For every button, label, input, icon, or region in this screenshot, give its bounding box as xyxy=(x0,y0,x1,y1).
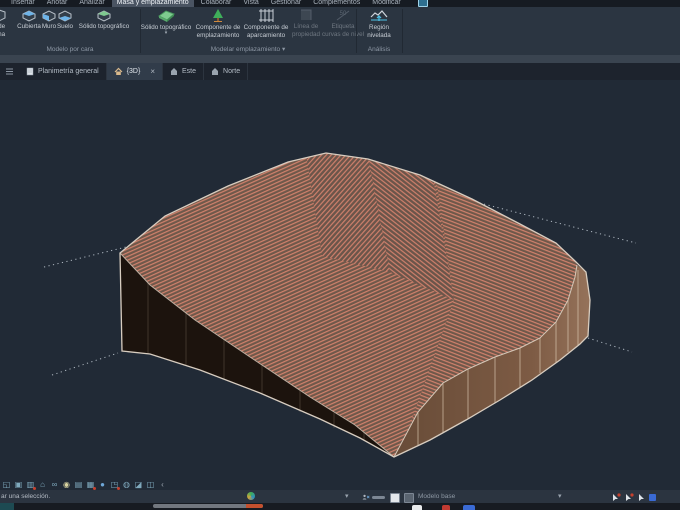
floor-cube-icon xyxy=(58,10,72,22)
muro-button[interactable]: Muro xyxy=(41,8,57,30)
ribbon-tab-anotar[interactable]: Anotar xyxy=(42,0,73,7)
temporary-hide-icon[interactable]: ● xyxy=(98,480,107,490)
filter-icon xyxy=(649,494,656,501)
detail-level-icon[interactable]: ▣ xyxy=(14,480,23,490)
design-options-icon[interactable] xyxy=(404,493,414,503)
curtain-system-button-clipped[interactable]: a de rtina xyxy=(0,8,12,38)
componente-emplazamiento-button[interactable]: Componente de emplazamiento xyxy=(193,8,243,39)
elevation-icon xyxy=(212,68,219,75)
dropdown-caret-icon[interactable]: ▾ xyxy=(165,31,168,36)
wall-cube-icon xyxy=(42,10,56,22)
taskbar-pill-accent xyxy=(246,504,263,508)
selection-toggle-icons[interactable] xyxy=(612,493,656,502)
design-option-caret-icon[interactable]: ▾ xyxy=(558,492,562,500)
show-crop-icon[interactable]: ▦ xyxy=(86,480,96,490)
elevation-icon xyxy=(171,68,177,75)
ribbon-end-separator xyxy=(402,9,403,53)
view-tab-este[interactable]: Este xyxy=(163,63,205,80)
ribbon-tab-vista[interactable]: Vista xyxy=(238,0,263,7)
graded-region-icon xyxy=(370,10,388,21)
cubierta-button[interactable]: Cubierta xyxy=(16,8,42,30)
revit-window: Insertar Anotar Analizar Masa y emplazam… xyxy=(0,0,680,510)
panel-label-analisis: Análisis xyxy=(367,46,391,53)
ribbon-bottom-band xyxy=(0,55,680,63)
region-nivelada-button[interactable]: Región nivelada xyxy=(359,8,399,39)
chevron-down-icon[interactable]: ▾ xyxy=(345,492,349,500)
ribbon-tab-masa-y-emplazamiento[interactable]: Masa y emplazamiento xyxy=(111,0,194,7)
3d-view-canvas[interactable] xyxy=(0,80,680,490)
select-pinned-icon xyxy=(639,494,644,501)
ribbon-tab-modificar[interactable]: Modificar xyxy=(367,0,405,7)
temporary-view-properties-icon[interactable]: ◍ xyxy=(122,480,131,490)
crop-view-icon[interactable]: ▤ xyxy=(74,480,83,490)
linea-propiedad-button: Línea de propiedad xyxy=(289,8,323,38)
addin-status-icon[interactable] xyxy=(247,492,255,500)
ribbon-tab-gestionar[interactable]: Gestionar xyxy=(266,0,306,7)
toposolid-slab-icon xyxy=(158,10,175,22)
cube-icon xyxy=(0,9,6,22)
visual-style-icon[interactable]: ▥ xyxy=(26,480,36,490)
collapse-bar-icon[interactable]: ‹ xyxy=(158,480,167,490)
panel-label-modelo-por-cara: Modelo por cara xyxy=(46,46,94,53)
analytical-model-icon[interactable]: ◪ xyxy=(134,480,143,490)
property-line-icon xyxy=(301,9,312,20)
roof-cube-icon xyxy=(22,10,36,22)
ribbon-tab-bar: Insertar Anotar Analizar Masa y emplazam… xyxy=(0,0,680,7)
displacement-icon[interactable]: ◫ xyxy=(146,480,155,490)
select-links-icon xyxy=(613,493,621,501)
design-option-dropdown[interactable]: Modelo base xyxy=(418,493,455,500)
view-control-bar: ◱ ▣ ▥ ⌂ ∞ ◉ ▤ ▦ ● ◳ ◍ ◪ ◫ ‹ xyxy=(2,479,167,490)
panel-analisis: Región nivelada Análisis xyxy=(357,7,401,55)
taskbar-accent xyxy=(0,503,14,510)
view-tab-3d[interactable]: {3D} × xyxy=(106,63,163,80)
suelo-button[interactable]: Suelo xyxy=(56,8,74,30)
status-prompt: ar una selección. xyxy=(1,493,51,500)
toposolid-button[interactable]: Sólido topográfico ▾ xyxy=(141,8,191,36)
scale-icon[interactable]: ◱ xyxy=(2,480,11,490)
toposolid-model[interactable] xyxy=(0,80,680,490)
taskbar-app-icon[interactable] xyxy=(463,505,475,510)
ribbon-tab-insertar[interactable]: Insertar xyxy=(6,0,40,7)
ribbon-tab-complementos[interactable]: Complementos xyxy=(308,0,365,7)
close-tab-icon[interactable]: × xyxy=(150,67,155,76)
toposolid-cube-icon xyxy=(97,10,111,22)
drag-handle[interactable] xyxy=(372,496,385,499)
taskbar-app-icon[interactable] xyxy=(412,505,422,510)
panel-modelo-por-cara: a de rtina Cubierta Muro xyxy=(0,7,140,55)
plan-sheet-icon xyxy=(26,67,34,76)
home-3d-icon xyxy=(114,67,123,75)
shadows-icon[interactable]: ∞ xyxy=(50,480,59,490)
panel-modelar-emplazamiento: Sólido topográfico ▾ Componente de empla… xyxy=(141,7,364,55)
ribbon: a de rtina Cubierta Muro xyxy=(0,7,680,55)
taskbar-strip xyxy=(0,503,680,510)
contour-label-icon: 50 xyxy=(336,10,350,21)
select-underlay-icon xyxy=(626,493,634,501)
panel-label-modelar-emplazamiento[interactable]: Modelar emplazamiento ▾ xyxy=(141,45,355,53)
rendering-icon[interactable]: ◉ xyxy=(62,480,71,490)
view-tab-norte[interactable]: Norte xyxy=(204,63,249,80)
toposolid-small-button[interactable]: Sólido topográfico xyxy=(75,8,133,30)
status-bar: ar una selección. ▾ Modelo base ▾ xyxy=(0,490,680,503)
worksets-icon[interactable] xyxy=(362,493,370,501)
view-tab-planimetria-general[interactable]: Planimetría general xyxy=(19,63,107,80)
sun-path-icon[interactable]: ⌂ xyxy=(38,480,47,490)
modify-panel-icon xyxy=(417,0,428,7)
reveal-hidden-icon[interactable]: ◳ xyxy=(110,480,120,490)
taskbar-app-icon[interactable] xyxy=(442,505,450,510)
parking-icon xyxy=(259,9,274,22)
view-tab-bar: Planimetría general {3D} × Este Norte xyxy=(0,63,680,80)
componente-aparcamiento-button[interactable]: Componente de aparcamiento xyxy=(243,8,289,39)
panel-expand-caret-icon[interactable]: ▾ xyxy=(282,46,285,53)
active-workset-icon[interactable] xyxy=(390,493,400,503)
view-tab-list-icon[interactable] xyxy=(0,63,19,80)
ribbon-tab-colaborar[interactable]: Colaborar xyxy=(196,0,237,7)
contour-tag-number: 50 xyxy=(340,11,347,17)
tree-icon xyxy=(213,9,223,22)
ribbon-tab-analizar[interactable]: Analizar xyxy=(74,0,109,7)
